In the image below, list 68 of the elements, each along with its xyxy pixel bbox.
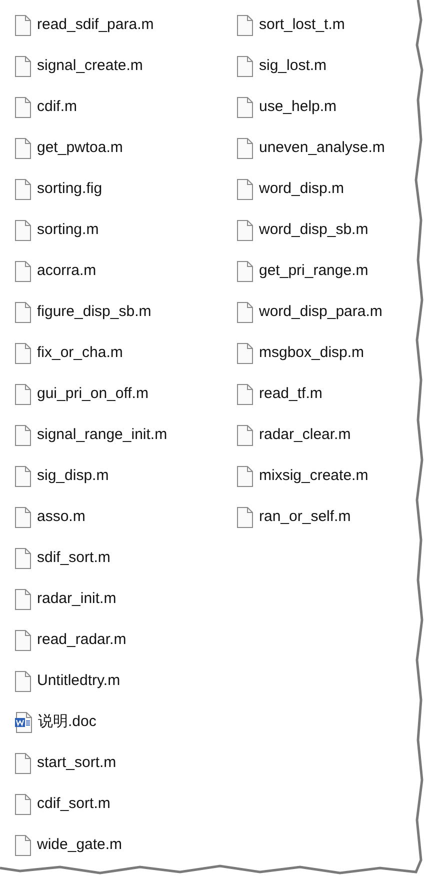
document-icon [237, 179, 253, 200]
document-icon [15, 220, 31, 241]
file-name[interactable]: acorra.m [37, 260, 96, 283]
document-icon [15, 302, 31, 323]
file-name[interactable]: read_sdif_para.m [37, 14, 154, 37]
file-name[interactable]: sig_lost.m [259, 55, 327, 78]
file-name[interactable]: uneven_analyse.m [259, 137, 385, 160]
document-icon [15, 343, 31, 364]
word-document-icon [15, 712, 32, 733]
document-icon [237, 384, 253, 405]
file-name[interactable]: figure_disp_sb.m [37, 301, 152, 324]
file-name[interactable]: 说明.doc [38, 711, 96, 734]
file-name[interactable]: fix_or_cha.m [37, 342, 123, 365]
document-icon [15, 56, 31, 77]
document-icon [237, 425, 253, 446]
document-icon [15, 548, 31, 569]
document-icon [237, 220, 253, 241]
file-name[interactable]: asso.m [37, 506, 86, 529]
document-icon [15, 138, 31, 159]
document-icon [15, 425, 31, 446]
file-name[interactable]: ran_or_self.m [259, 506, 351, 529]
file-name[interactable]: get_pwtoa.m [37, 137, 123, 160]
file-name[interactable]: gui_pri_on_off.m [37, 383, 148, 406]
document-icon [237, 466, 253, 487]
document-icon [15, 261, 31, 282]
file-name[interactable]: word_disp.m [259, 178, 344, 201]
file-name[interactable]: Untitledtry.m [37, 670, 120, 693]
document-icon [15, 97, 31, 118]
file-name[interactable]: sdif_sort.m [37, 547, 110, 570]
document-icon [15, 179, 31, 200]
file-name[interactable]: use_help.m [259, 96, 337, 119]
document-icon [237, 15, 253, 36]
file-name[interactable]: read_tf.m [259, 383, 322, 406]
document-icon [15, 466, 31, 487]
file-name[interactable]: word_disp_para.m [259, 301, 382, 324]
file-name[interactable]: read_radar.m [37, 629, 126, 652]
document-icon [15, 794, 31, 815]
document-icon [15, 15, 31, 36]
document-icon [237, 261, 253, 282]
file-name[interactable]: get_pri_range.m [259, 260, 368, 283]
file-name[interactable]: wide_gate.m [37, 834, 122, 857]
file-name[interactable]: sorting.fig [37, 178, 102, 201]
file-name[interactable]: radar_clear.m [259, 424, 351, 447]
document-icon [15, 630, 31, 651]
file-name[interactable]: msgbox_disp.m [259, 342, 364, 365]
file-name[interactable]: sort_lost_t.m [259, 14, 345, 37]
document-icon [15, 384, 31, 405]
file-name[interactable]: radar_init.m [37, 588, 116, 611]
document-icon [237, 56, 253, 77]
document-icon [237, 97, 253, 118]
file-name[interactable]: sorting.m [37, 219, 99, 242]
file-name[interactable]: signal_create.m [37, 55, 143, 78]
document-icon [15, 507, 31, 528]
document-icon [15, 589, 31, 610]
file-name[interactable]: word_disp_sb.m [259, 219, 368, 242]
document-icon [15, 753, 31, 774]
document-icon [237, 138, 253, 159]
document-icon [15, 835, 31, 856]
file-name[interactable]: mixsig_create.m [259, 465, 368, 488]
file-name[interactable]: cdif.m [37, 96, 78, 119]
document-icon [237, 302, 253, 323]
document-icon [237, 343, 253, 364]
file-name[interactable]: start_sort.m [37, 752, 116, 775]
file-name[interactable]: sig_disp.m [37, 465, 109, 488]
file-name[interactable]: cdif_sort.m [37, 793, 110, 816]
document-icon [15, 671, 31, 692]
file-name[interactable]: signal_range_init.m [37, 424, 168, 447]
document-icon [237, 507, 253, 528]
